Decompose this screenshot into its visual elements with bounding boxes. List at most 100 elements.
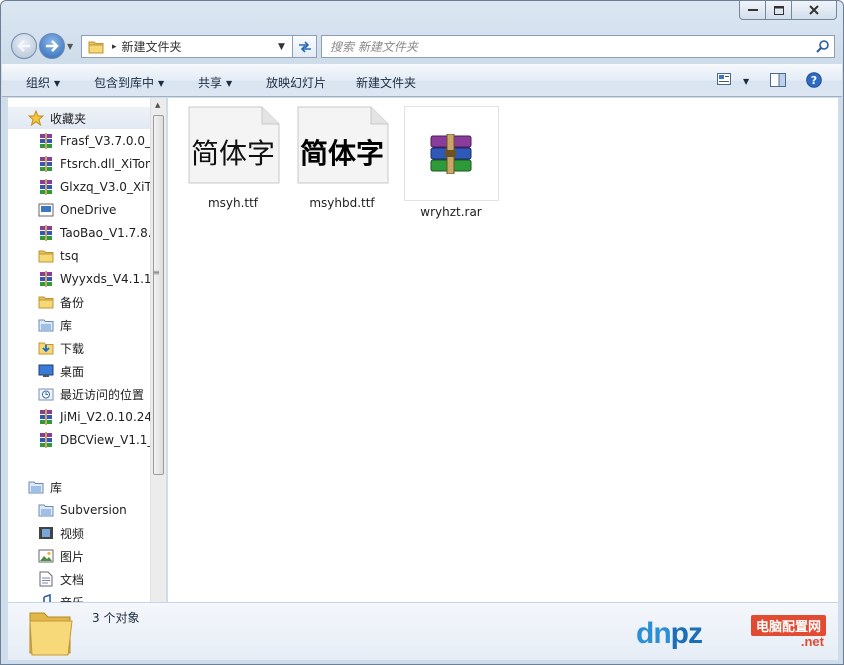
change-view-button[interactable] xyxy=(717,73,731,88)
folder-icon xyxy=(29,612,73,656)
folder-icon xyxy=(38,248,54,264)
search-input[interactable] xyxy=(322,38,810,55)
forward-button[interactable] xyxy=(39,33,65,59)
nav-item[interactable]: 音乐 xyxy=(8,591,166,602)
favorites-header[interactable]: 收藏夹 xyxy=(8,107,166,129)
folder-icon xyxy=(88,41,104,53)
nav-item[interactable]: 图片 xyxy=(8,545,166,567)
back-button[interactable] xyxy=(11,33,37,59)
file-name: msyh.ttf xyxy=(207,196,259,210)
breadcrumb-current-folder[interactable]: 新建文件夹 xyxy=(122,38,278,55)
nav-item[interactable]: Wyyxds_V4.1.1. xyxy=(8,268,166,290)
winrar-icon xyxy=(38,156,54,172)
nav-item[interactable]: Ftsrch.dll_XiTon xyxy=(8,153,166,175)
nav-item-label: 音乐 xyxy=(60,594,84,603)
view-options-dropdown[interactable]: ▼ xyxy=(739,74,749,88)
scroll-up-arrow[interactable]: ▲ xyxy=(155,101,160,109)
nav-item-label: Frasf_V3.7.0.0_X xyxy=(60,134,160,148)
nav-item-label: tsq xyxy=(60,249,79,263)
navigation-scrollbar[interactable]: ▲ ≡ xyxy=(150,98,166,602)
nav-item[interactable]: 备份 xyxy=(8,291,166,313)
nav-item[interactable]: tsq xyxy=(8,245,166,267)
nav-item[interactable]: 视频 xyxy=(8,522,166,544)
share-menu-label: 共享 xyxy=(198,76,223,90)
downloads-icon xyxy=(38,340,54,356)
chevron-down-icon: ▼ xyxy=(54,79,61,88)
library-icon xyxy=(38,317,54,333)
slideshow-button[interactable]: 放映幻灯片 xyxy=(266,74,326,91)
maximize-icon xyxy=(773,5,784,15)
nav-item[interactable]: TaoBao_V1.7.8. xyxy=(8,222,166,244)
font-file-icon: 简体字 xyxy=(186,106,280,184)
file-item[interactable]: 简体字 msyhbd.ttf xyxy=(293,106,391,210)
recent-pages-dropdown[interactable]: ▼ xyxy=(67,42,73,51)
item-count: 3 个对象 xyxy=(92,611,140,625)
nav-item[interactable]: 最近访问的位置 xyxy=(8,383,166,405)
file-item[interactable]: wryhzt.rar xyxy=(402,106,500,219)
arrow-right-icon xyxy=(46,40,59,52)
nav-item[interactable]: 文档 xyxy=(8,568,166,590)
star-icon xyxy=(28,110,44,126)
libraries-header[interactable]: 库 xyxy=(8,476,166,498)
search-icon[interactable] xyxy=(810,40,834,53)
preview-pane-button[interactable] xyxy=(770,73,786,90)
nav-item[interactable]: JiMi_V2.0.10.24_ xyxy=(8,406,166,428)
search-box[interactable] xyxy=(321,35,835,58)
desktop-icon xyxy=(38,363,54,379)
nav-item[interactable]: 下载 xyxy=(8,337,166,359)
command-bar: 组织 ▼ 包含到库中 ▼ 共享 ▼ 放映幻灯片 新建文件夹 ▼ ? xyxy=(2,64,842,97)
help-icon: ? xyxy=(806,72,822,88)
new-folder-label: 新建文件夹 xyxy=(356,76,417,90)
chevron-down-icon: ▼ xyxy=(743,77,750,86)
nav-item[interactable]: Glxzq_V3.0_XiTo xyxy=(8,176,166,198)
nav-item-label: Subversion xyxy=(60,503,127,517)
nav-item-label: 备份 xyxy=(60,295,85,310)
library-icon xyxy=(28,479,44,495)
winrar-icon xyxy=(38,133,54,149)
address-bar[interactable]: ▸ 新建文件夹 ▼ xyxy=(81,35,293,58)
nav-item[interactable]: Subversion xyxy=(8,499,166,521)
share-menu[interactable]: 共享 ▼ xyxy=(198,74,232,91)
navigation-pane: 收藏夹 Frasf_V3.7.0.0_X Ftsrch.dll_XiTon Glxzq… xyxy=(8,98,166,602)
font-file-icon: 简体字 xyxy=(295,106,389,184)
organize-menu[interactable]: 组织 ▼ xyxy=(26,74,60,91)
breadcrumb-separator[interactable]: ▸ xyxy=(112,42,117,52)
nav-item-label: Wyyxds_V4.1.1. xyxy=(60,272,156,286)
explorer-window: ▼ ▸ 新建文件夹 ▼ 组织▼ 包含到库中▼ 共享▼ 放映幻灯 xyxy=(0,0,844,665)
watermark-logo-text: dnpz xyxy=(636,617,703,651)
nav-item-label: 库 xyxy=(60,318,73,333)
view-options-icon xyxy=(717,73,731,85)
refresh-button[interactable] xyxy=(293,35,317,58)
address-history-dropdown[interactable]: ▼ xyxy=(278,42,292,52)
nav-item-label: 图片 xyxy=(60,549,85,564)
scrollbar-thumb[interactable] xyxy=(153,115,164,475)
include-in-library-menu[interactable]: 包含到库中 ▼ xyxy=(94,74,164,91)
nav-item[interactable]: OneDrive xyxy=(8,199,166,221)
nav-item[interactable]: 桌面 xyxy=(8,360,166,382)
close-button[interactable] xyxy=(792,1,837,20)
preview-pane-icon xyxy=(770,73,786,87)
help-button[interactable]: ? xyxy=(806,72,822,91)
winrar-archive-icon xyxy=(403,106,499,201)
recent-places-icon xyxy=(38,386,54,402)
minimize-icon xyxy=(747,9,758,11)
new-folder-button[interactable]: 新建文件夹 xyxy=(356,74,416,91)
svg-text:?: ? xyxy=(811,74,817,87)
watermark-pz: pz xyxy=(670,617,703,650)
organize-menu-label: 组织 xyxy=(26,76,51,90)
arrow-left-icon xyxy=(17,40,30,52)
watermark-dn: dn xyxy=(636,617,672,650)
maximize-button[interactable] xyxy=(766,1,792,20)
file-item[interactable]: 简体字 msyh.ttf xyxy=(184,106,282,210)
chevron-down-icon: ▼ xyxy=(226,79,233,88)
slideshow-label: 放映幻灯片 xyxy=(266,76,327,90)
music-library-icon xyxy=(38,594,54,602)
nav-item[interactable]: Frasf_V3.7.0.0_X xyxy=(8,130,166,152)
nav-item-label: DBCView_V1.1_ xyxy=(60,433,154,447)
minimize-button[interactable] xyxy=(739,1,766,20)
refresh-icon xyxy=(298,40,311,53)
nav-item[interactable]: DBCView_V1.1_ xyxy=(8,429,166,451)
nav-item[interactable]: 库 xyxy=(8,314,166,336)
document-library-icon xyxy=(38,571,54,587)
watermark-badge: 电脑配置网 xyxy=(750,615,826,636)
